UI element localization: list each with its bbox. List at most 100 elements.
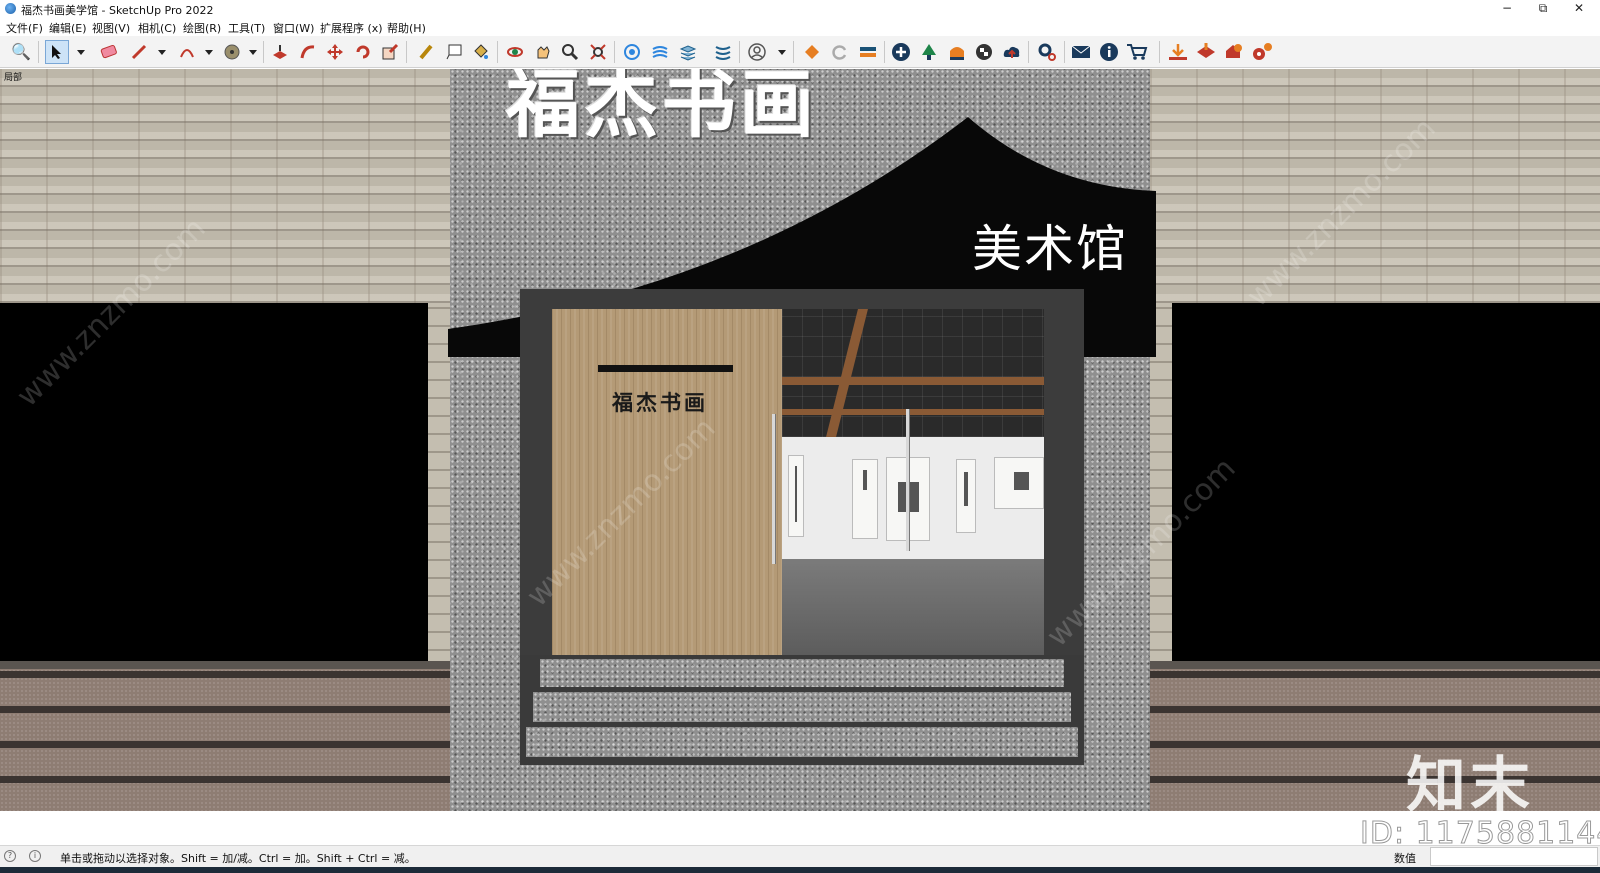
pencil-icon[interactable] [127,40,151,64]
settings-icon[interactable] [1035,40,1059,64]
pan-icon[interactable] [531,40,555,64]
orbit-icon[interactable] [503,40,527,64]
move-icon[interactable] [323,40,347,64]
sketchup-window: 福杰书画美学馆 - SketchUp Pro 2022 − ⧉ ✕ 文件(F) … [0,0,1600,873]
step-3 [526,727,1078,757]
status-bar: ? i 单击或拖动以选择对象。Shift = 加/减。Ctrl = 加。Shif… [0,845,1600,867]
account-icon[interactable] [745,40,769,64]
door-sign: 福杰书画 [612,390,708,415]
interior-ceiling [782,309,1044,437]
tape-dropdown-icon[interactable] [249,50,257,55]
select-dropdown-icon[interactable] [77,50,85,55]
calligraphy-scroll [956,459,976,533]
import-icon[interactable] [856,40,880,64]
menu-draw[interactable]: 绘图(R) [183,20,221,36]
toolbar-separator [1028,41,1029,63]
pencil-dropdown-icon[interactable] [158,50,166,55]
follow-me-icon[interactable] [296,40,320,64]
calligraphy-scroll [852,459,878,539]
gear-plugin-icon[interactable] [1250,40,1274,64]
toolbar-separator [263,41,264,63]
tree-icon[interactable] [917,40,941,64]
download-icon[interactable] [1166,40,1190,64]
sandbox-icon[interactable] [648,40,672,64]
push-pull-icon[interactable] [268,40,292,64]
scene-tab[interactable]: 局部 [4,70,22,83]
minimize-button[interactable]: − [1490,0,1524,18]
instructor-icon[interactable]: i [29,850,41,862]
menu-file[interactable]: 文件(F) [6,20,43,36]
select-icon[interactable] [45,40,69,64]
arc-dropdown-icon[interactable] [205,50,213,55]
plinth-left [0,661,450,669]
menu-window[interactable]: 窗口(W) [273,20,314,36]
stone-steps-left [0,669,450,811]
maximize-button[interactable]: ⧉ [1526,0,1560,18]
museum-sign: 美术馆 [972,220,1128,278]
menu-edit[interactable]: 编辑(E) [49,20,87,36]
dark-window-right [1172,303,1600,661]
eraser-icon[interactable] [97,40,121,64]
measurements-input[interactable] [1430,847,1598,866]
export-icon[interactable] [1194,40,1218,64]
add-icon[interactable] [889,40,913,64]
model-viewport[interactable]: 局部 福杰书画 美术馆 福杰书画 知末 [0,69,1600,811]
mail-icon[interactable] [1069,40,1093,64]
brick-wall-right [1150,69,1600,303]
menu-help[interactable]: 帮助(H) [387,20,426,36]
tape-measure-icon[interactable] [220,40,244,64]
close-button[interactable]: ✕ [1562,0,1596,18]
toolbar-separator [1159,41,1160,63]
paint-bucket-icon[interactable] [469,40,493,64]
menu-camera[interactable]: 相机(C) [138,20,176,36]
ceiling-beam [782,377,1044,385]
text-icon[interactable] [442,40,466,64]
rotate-icon[interactable] [351,40,375,64]
checker-icon[interactable] [972,40,996,64]
gallery-interior [782,309,1044,713]
sketchup-logo-icon [5,3,16,14]
component-icon[interactable] [620,40,644,64]
status-hint: 单击或拖动以选择对象。Shift = 加/减。Ctrl = 加。Shift + … [60,852,416,865]
brick-wall-left [0,69,450,303]
cloud-upload-icon[interactable] [1000,40,1024,64]
extension-warehouse-icon[interactable] [800,40,824,64]
door-pull-handle [772,414,775,564]
toolbar-separator [614,41,615,63]
zoom-icon[interactable]: 🔍 [9,40,33,64]
toolbar-separator [406,41,407,63]
zoom-tool-icon[interactable] [558,40,582,64]
cart-icon[interactable] [1125,40,1149,64]
menu-view[interactable]: 视图(V) [92,20,130,36]
plinth-right [1150,661,1600,669]
step-1 [540,659,1064,687]
brick-pier-right [1150,303,1172,669]
geo-location-icon[interactable]: ? [4,850,16,862]
section-icon[interactable] [945,40,969,64]
zoom-extents-icon[interactable] [586,40,610,64]
menu-bar: 文件(F) 编辑(E) 视图(V) 相机(C) 绘图(R) 工具(T) 窗口(W… [0,18,1600,36]
reload-icon[interactable] [828,40,852,64]
arc-icon[interactable] [175,40,199,64]
calligraphy-scroll [788,455,804,537]
info-icon[interactable] [1097,40,1121,64]
dark-window-left [0,303,428,661]
ceiling-beam [782,409,1044,415]
door-sign-bar [598,365,733,372]
styles-icon[interactable] [711,40,735,64]
window-title: 福杰书画美学馆 - SketchUp Pro 2022 [21,4,214,17]
tape-icon[interactable] [414,40,438,64]
menu-extensions[interactable]: 扩展程序 (x) [320,20,383,36]
plugin-icon[interactable] [1222,40,1246,64]
layers-icon[interactable] [676,40,700,64]
measurements-label: 数值 [1394,852,1416,865]
menu-tools[interactable]: 工具(T) [228,20,265,36]
account-dropdown-icon[interactable] [778,50,786,55]
toolbar-separator [793,41,794,63]
toolbar-separator [497,41,498,63]
calligraphy-frame [994,457,1044,509]
scale-icon[interactable] [378,40,402,64]
main-toolbar: 🔍 [0,36,1600,68]
toolbar-separator [1064,41,1065,63]
title-bar: 福杰书画美学馆 - SketchUp Pro 2022 − ⧉ ✕ [0,0,1600,18]
